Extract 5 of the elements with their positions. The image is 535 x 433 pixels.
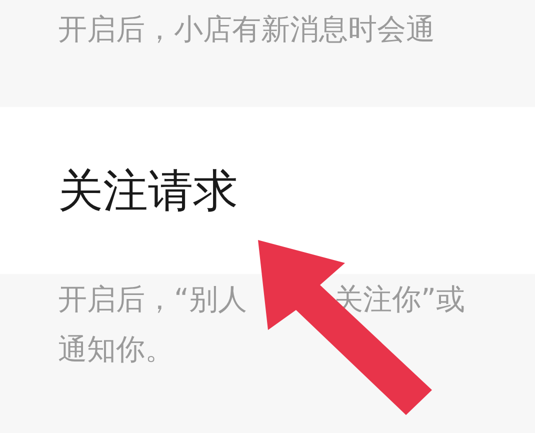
setting-description: 开启后，小店有新消息时会通 (58, 11, 435, 48)
setting-label: 关注请求 (58, 162, 238, 218)
setting-description: 开启后，“别人 (58, 281, 248, 318)
setting-description: 通知你。 (58, 331, 174, 368)
setting-row[interactable]: 关注请求 (0, 107, 535, 274)
